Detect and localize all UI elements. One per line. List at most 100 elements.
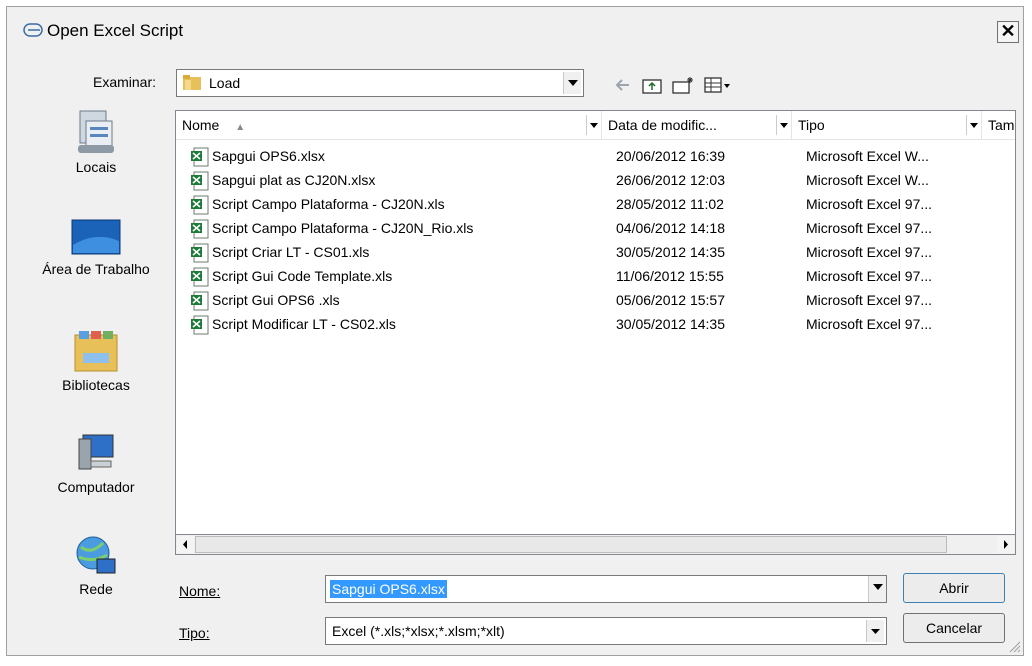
file-date: 11/06/2012 15:55: [616, 268, 724, 284]
file-type: Microsoft Excel W...: [806, 148, 929, 164]
excel-file-icon: [191, 147, 209, 167]
cancel-button[interactable]: Cancelar: [903, 613, 1005, 643]
open-button[interactable]: Abrir: [903, 573, 1005, 603]
table-row[interactable]: Script Criar LT - CS01.xls 30/05/2012 14…: [176, 241, 1015, 265]
new-folder-icon[interactable]: [671, 75, 695, 95]
dialog-icon: [23, 23, 43, 37]
chevron-down-icon[interactable]: [776, 115, 791, 135]
file-date: 20/06/2012 16:39: [616, 148, 725, 164]
column-label: Nome: [182, 117, 220, 133]
column-header-size[interactable]: Tam: [982, 111, 1015, 139]
column-header-type[interactable]: Tipo: [792, 111, 982, 139]
place-label: Computador: [57, 479, 135, 495]
scroll-right-button[interactable]: [997, 536, 1014, 553]
file-date: 26/06/2012 12:03: [616, 172, 725, 188]
computer-icon: [78, 434, 114, 470]
close-icon: ✕: [1000, 21, 1016, 41]
place-label: Área de Trabalho: [42, 261, 150, 277]
column-label: Tam: [988, 117, 1015, 133]
file-name: Sapgui plat as CJ20N.xlsx: [212, 172, 376, 188]
file-date: 05/06/2012 15:57: [616, 292, 725, 308]
file-type: Microsoft Excel 97...: [806, 292, 933, 308]
look-in-label: Examinar:: [93, 74, 157, 90]
excel-file-icon: [191, 315, 209, 335]
chevron-right-icon: [1004, 540, 1008, 549]
open-dialog: Open Excel Script ✕ Examinar: Load Locai…: [6, 6, 1024, 656]
scroll-thumb[interactable]: [195, 536, 947, 553]
file-type-select[interactable]: Excel (*.xls;*xlsx;*.xlsm;*xlt): [325, 617, 887, 645]
sort-ascending-icon: ▲: [235, 122, 246, 133]
file-name: Sapgui OPS6.xlsx: [212, 148, 325, 164]
file-type: Microsoft Excel 97...: [806, 220, 933, 236]
place-computer[interactable]: Computador: [23, 429, 169, 496]
file-name-value: Sapgui OPS6.xlsx: [330, 580, 447, 598]
recent-places-icon: [78, 110, 114, 153]
file-type: Microsoft Excel 97...: [806, 316, 933, 332]
look-in-value: Load: [209, 75, 241, 91]
place-label: Rede: [79, 581, 113, 597]
chevron-left-icon: [183, 540, 187, 549]
desktop-icon: [71, 219, 121, 255]
file-date: 30/05/2012 14:35: [616, 244, 725, 260]
column-label: Tipo: [798, 117, 825, 133]
file-type: Microsoft Excel W...: [806, 172, 929, 188]
chevron-down-icon[interactable]: [563, 72, 581, 94]
view-menu-icon[interactable]: [703, 75, 733, 95]
file-type-value: Excel (*.xls;*xlsx;*.xlsm;*xlt): [332, 623, 505, 639]
file-name-dropdown[interactable]: [866, 576, 886, 602]
scroll-left-button[interactable]: [177, 536, 194, 553]
network-icon: [76, 536, 116, 574]
file-date: 28/05/2012 11:02: [616, 196, 724, 212]
horizontal-scrollbar[interactable]: [175, 534, 1016, 555]
file-name-label: Nome:: [179, 583, 220, 599]
back-arrow-icon[interactable]: [613, 75, 633, 95]
place-label: Locais: [75, 159, 117, 175]
chevron-down-icon[interactable]: [866, 620, 884, 642]
file-type-label-text: Tipo:: [179, 625, 210, 641]
file-name: Script Campo Plataforma - CJ20N.xls: [212, 196, 445, 212]
list-header: Nome ▲ Data de modific... Tipo Tam: [176, 111, 1015, 140]
table-row[interactable]: Script Campo Plataforma - CJ20N_Rio.xls …: [176, 217, 1015, 241]
file-name-input[interactable]: Sapgui OPS6.xlsx: [325, 575, 887, 603]
excel-file-icon: [191, 291, 209, 311]
file-type: Microsoft Excel 97...: [806, 244, 933, 260]
excel-file-icon: [191, 243, 209, 263]
look-in-dropdown[interactable]: Load: [176, 69, 584, 97]
file-type-label: Tipo:: [179, 625, 210, 641]
title-bar: Open Excel Script ✕: [7, 7, 1023, 51]
file-name: Script Modificar LT - CS02.xls: [212, 316, 396, 332]
resize-grip-icon[interactable]: [1009, 641, 1021, 653]
file-name-label-text: Nome:: [179, 583, 221, 599]
file-type: Microsoft Excel 97...: [806, 268, 933, 284]
file-type: Microsoft Excel 97...: [806, 196, 933, 212]
place-recent[interactable]: Locais: [23, 107, 169, 176]
table-row[interactable]: Script Modificar LT - CS02.xls 30/05/201…: [176, 313, 1015, 337]
table-row[interactable]: Sapgui plat as CJ20N.xlsx 26/06/2012 12:…: [176, 169, 1015, 193]
file-date: 04/06/2012 14:18: [616, 220, 725, 236]
table-row[interactable]: Script Gui OPS6 .xls 05/06/2012 15:57 Mi…: [176, 289, 1015, 313]
folder-icon: [183, 75, 201, 90]
table-row[interactable]: Sapgui OPS6.xlsx 20/06/2012 16:39 Micros…: [176, 145, 1015, 169]
column-header-name[interactable]: Nome ▲: [176, 111, 602, 139]
libraries-icon: [74, 331, 118, 372]
excel-file-icon: [191, 219, 209, 239]
column-header-date[interactable]: Data de modific...: [602, 111, 792, 139]
excel-file-icon: [191, 171, 209, 191]
file-name: Script Criar LT - CS01.xls: [212, 244, 370, 260]
up-folder-icon[interactable]: [641, 75, 663, 95]
place-libraries[interactable]: Bibliotecas: [23, 329, 169, 394]
file-list[interactable]: Nome ▲ Data de modific... Tipo Tam Sapgu…: [175, 110, 1016, 540]
table-row[interactable]: Script Campo Plataforma - CJ20N.xls 28/0…: [176, 193, 1015, 217]
window-title: Open Excel Script: [47, 21, 184, 40]
excel-file-icon: [191, 267, 209, 287]
table-row[interactable]: Script Gui Code Template.xls 11/06/2012 …: [176, 265, 1015, 289]
place-desktop[interactable]: Área de Trabalho: [23, 217, 169, 278]
place-network[interactable]: Rede: [23, 533, 169, 598]
chevron-down-icon[interactable]: [966, 115, 981, 135]
close-button[interactable]: ✕: [997, 21, 1019, 43]
chevron-down-icon[interactable]: [868, 576, 886, 602]
file-name: Script Gui Code Template.xls: [212, 268, 393, 284]
file-name: Script Gui OPS6 .xls: [212, 292, 340, 308]
file-name: Script Campo Plataforma - CJ20N_Rio.xls: [212, 220, 474, 236]
chevron-down-icon[interactable]: [586, 115, 601, 135]
